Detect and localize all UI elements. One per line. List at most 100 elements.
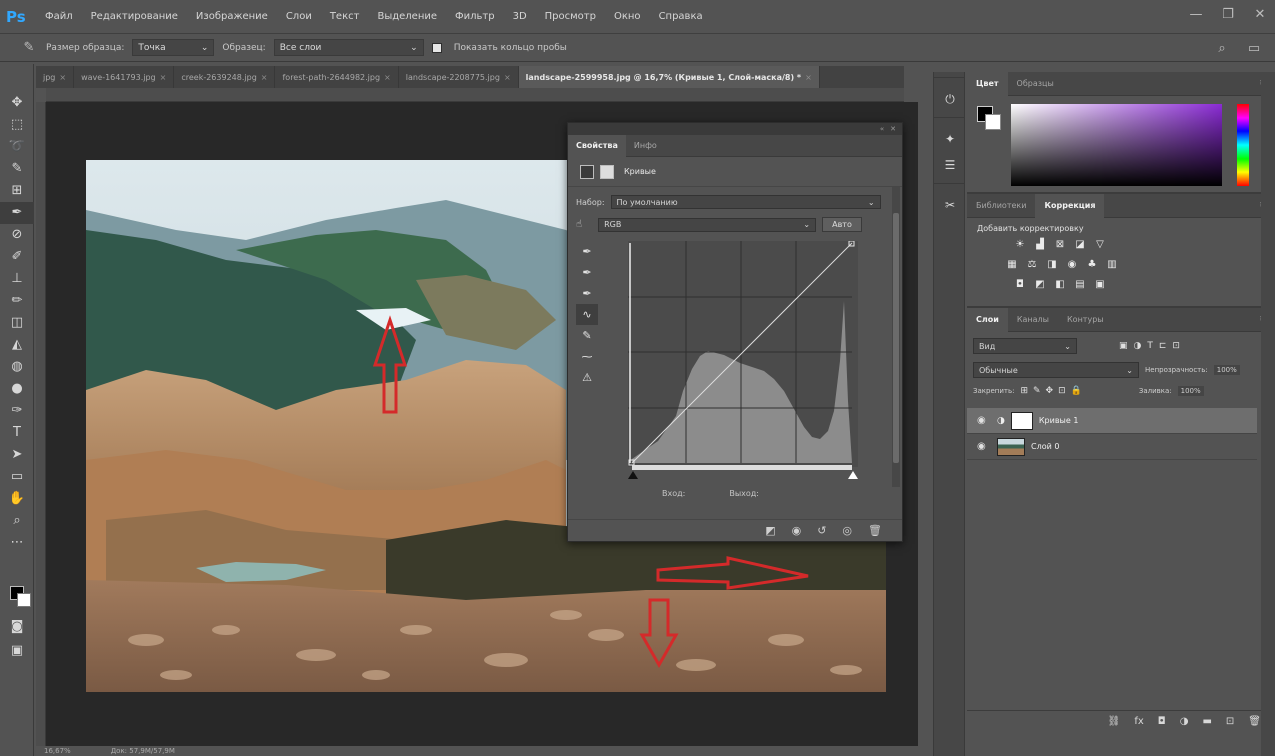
levels-icon[interactable]: ▟: [1033, 238, 1047, 251]
screen-mode-icon[interactable]: ▣: [0, 640, 34, 662]
background-color[interactable]: [985, 114, 1001, 130]
close-icon[interactable]: ✕: [890, 125, 896, 133]
blend-mode-select[interactable]: Обычные ⌄: [973, 362, 1139, 378]
stamp-tool-icon[interactable]: ⊥: [0, 268, 34, 290]
quick-mask-icon[interactable]: ◙: [0, 616, 34, 638]
eyedropper-preset-icon[interactable]: ✎: [20, 39, 38, 57]
menu-window[interactable]: Окно: [605, 11, 650, 22]
menu-help[interactable]: Справка: [650, 11, 712, 22]
close-icon[interactable]: ×: [805, 73, 812, 82]
vibrance-icon[interactable]: ▽: [1093, 238, 1107, 251]
layer-row[interactable]: ◉ ◑ Кривые 1: [967, 408, 1257, 434]
close-icon[interactable]: ×: [261, 73, 268, 82]
bucket-tool-icon[interactable]: ◭: [0, 334, 34, 356]
menu-layers[interactable]: Слои: [277, 11, 321, 22]
new-group-icon[interactable]: ▬: [1202, 716, 1211, 727]
crop-tool-icon[interactable]: ⊞: [0, 180, 34, 202]
tab-libraries[interactable]: Библиотеки: [967, 194, 1035, 218]
eye-icon[interactable]: ◉: [977, 415, 991, 426]
hue-slider[interactable]: [1237, 104, 1249, 186]
layer-name[interactable]: Кривые 1: [1039, 416, 1079, 425]
black-point-eyedropper-icon[interactable]: ✒: [576, 241, 598, 262]
tab-creek[interactable]: creek-2639248.jpg ×: [174, 66, 276, 88]
tab-paths[interactable]: Контуры: [1058, 308, 1113, 332]
show-ring-checkbox[interactable]: [431, 42, 442, 53]
panel-titlebar[interactable]: « ✕: [568, 123, 902, 135]
lasso-tool-icon[interactable]: ➰: [0, 136, 34, 158]
menu-edit[interactable]: Редактирование: [82, 11, 187, 22]
zoom-tool-icon[interactable]: ⌕: [0, 510, 34, 532]
color-swatches[interactable]: [10, 586, 34, 610]
menu-filter[interactable]: Фильтр: [446, 11, 504, 22]
curves-icon[interactable]: ⊠: [1053, 238, 1067, 251]
blur-tool-icon[interactable]: ◍: [0, 356, 34, 378]
eyedropper-tool-icon[interactable]: ✒: [0, 202, 34, 224]
pen-tool-icon[interactable]: ✑: [0, 400, 34, 422]
search-icon[interactable]: ⌕: [1213, 40, 1231, 58]
tab-properties[interactable]: Свойства: [568, 134, 626, 157]
path-select-icon[interactable]: ➤: [0, 444, 34, 466]
menu-view[interactable]: Просмотр: [536, 11, 605, 22]
fill-value[interactable]: 100%: [1177, 386, 1204, 396]
tab-jpg[interactable]: jpg ×: [36, 66, 75, 88]
color-balance-icon[interactable]: ⚖: [1025, 258, 1039, 271]
right-panels-scrollbar[interactable]: [1261, 72, 1275, 756]
tab-layers[interactable]: Слои: [967, 307, 1008, 332]
link-layers-icon[interactable]: ⛓: [1108, 716, 1121, 727]
shape-tool-icon[interactable]: ▭: [0, 466, 34, 488]
eraser-tool-icon[interactable]: ◫: [0, 312, 34, 334]
exposure-icon[interactable]: ◪: [1073, 238, 1087, 251]
clip-to-layer-icon[interactable]: ◩: [765, 524, 775, 537]
brightness-icon[interactable]: ☀: [1013, 238, 1027, 251]
brush-presets-icon[interactable]: ✦: [934, 126, 966, 152]
horizontal-ruler[interactable]: [46, 88, 904, 102]
trash-icon[interactable]: 🗑: [1248, 716, 1261, 727]
marquee-tool-icon[interactable]: ⬚: [0, 114, 34, 136]
healing-tool-icon[interactable]: ⊘: [0, 224, 34, 246]
clipping-warning-icon[interactable]: ⚠: [576, 367, 598, 388]
new-adjustment-icon[interactable]: ◑: [1180, 716, 1189, 727]
collapse-icon[interactable]: «: [880, 125, 884, 133]
white-point-eyedropper-icon[interactable]: ✒: [576, 283, 598, 304]
channel-mixer-icon[interactable]: ♣: [1085, 258, 1099, 271]
tab-wave[interactable]: wave-1641793.jpg ×: [74, 66, 175, 88]
auto-button[interactable]: Авто: [822, 217, 862, 232]
restore-button[interactable]: ❐: [1219, 6, 1237, 24]
tools-presets-icon[interactable]: ✂: [934, 192, 966, 218]
lock-icons[interactable]: ⊞✎✥⊡🔒: [1020, 386, 1086, 396]
target-adjust-icon[interactable]: ☝: [576, 219, 582, 230]
close-icon[interactable]: ×: [504, 73, 511, 82]
hue-saturation-icon[interactable]: ▦: [1005, 258, 1019, 271]
menu-type[interactable]: Текст: [321, 11, 369, 22]
type-tool-icon[interactable]: T: [0, 422, 34, 444]
vertical-ruler[interactable]: [36, 102, 46, 746]
quick-select-tool-icon[interactable]: ✎: [0, 158, 34, 180]
move-tool-icon[interactable]: ✥: [0, 92, 34, 114]
history-icon[interactable]: ⏻: [934, 86, 966, 112]
preset-select[interactable]: По умолчанию ⌄: [610, 195, 881, 209]
kind-filter-select[interactable]: Вид ⌄: [973, 338, 1077, 354]
menu-select[interactable]: Выделение: [368, 11, 446, 22]
opacity-value[interactable]: 100%: [1213, 365, 1240, 375]
tab-swatches[interactable]: Образцы: [1008, 72, 1063, 96]
visibility-eye-icon[interactable]: ◎: [842, 524, 852, 537]
hand-tool-icon[interactable]: ✋: [0, 488, 34, 510]
properties-scrollbar[interactable]: [892, 187, 900, 487]
fx-icon[interactable]: fx: [1134, 716, 1143, 727]
tab-landscape-2208775[interactable]: landscape-2208775.jpg ×: [399, 66, 519, 88]
gradient-map-icon[interactable]: ▤: [1073, 278, 1087, 291]
mask-icon[interactable]: [600, 164, 614, 179]
photo-filter-icon[interactable]: ◉: [1065, 258, 1079, 271]
layer-mask-thumbnail[interactable]: [1010, 411, 1033, 430]
brush-tool-icon[interactable]: ✐: [0, 246, 34, 268]
new-layer-icon[interactable]: ⊡: [1226, 716, 1234, 727]
properties-icon[interactable]: ☰: [934, 152, 966, 178]
edit-points-icon[interactable]: ∿: [576, 304, 598, 325]
close-icon[interactable]: ×: [160, 73, 167, 82]
zoom-level[interactable]: 16,67%: [44, 746, 71, 756]
scrollbar-thumb[interactable]: [893, 213, 899, 463]
menu-file[interactable]: Файл: [36, 11, 82, 22]
channel-select[interactable]: RGB ⌄: [598, 217, 817, 232]
pencil-icon[interactable]: ✎: [576, 325, 598, 346]
smooth-icon[interactable]: ⁓: [576, 346, 598, 367]
